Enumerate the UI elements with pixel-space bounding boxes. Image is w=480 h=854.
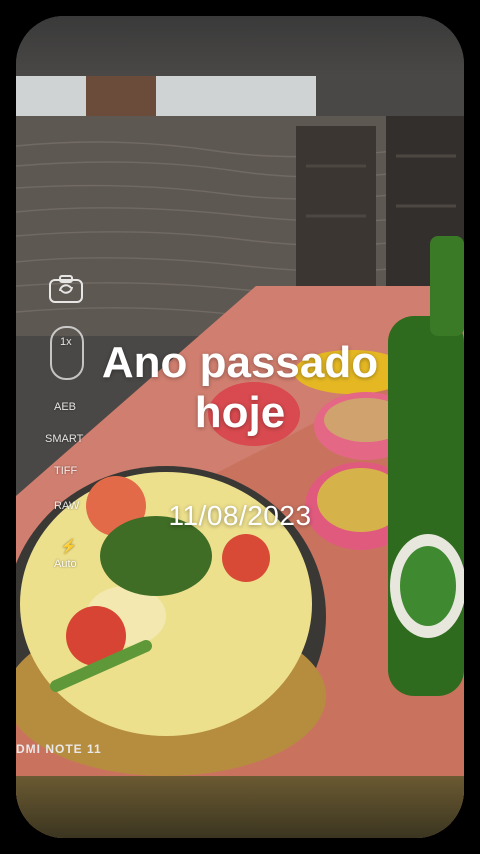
flash-icon: ⚡ (60, 538, 78, 554)
flash-mode: Auto (54, 558, 77, 570)
device-watermark: DMI NOTE 11 (16, 742, 102, 756)
top-fade (16, 16, 464, 76)
memory-title: Ano passado hoje (101, 338, 379, 437)
mode-tiff: TIFF (54, 465, 78, 477)
bottom-fade (16, 776, 464, 838)
memory-date: 11/08/2023 (168, 500, 312, 531)
memory-card[interactable]: 1x AEB SMART TIFF RAW ⚡ Auto Ano passado… (16, 16, 464, 838)
mode-raw: RAW (54, 500, 80, 512)
camera-switch-icon (48, 274, 84, 307)
